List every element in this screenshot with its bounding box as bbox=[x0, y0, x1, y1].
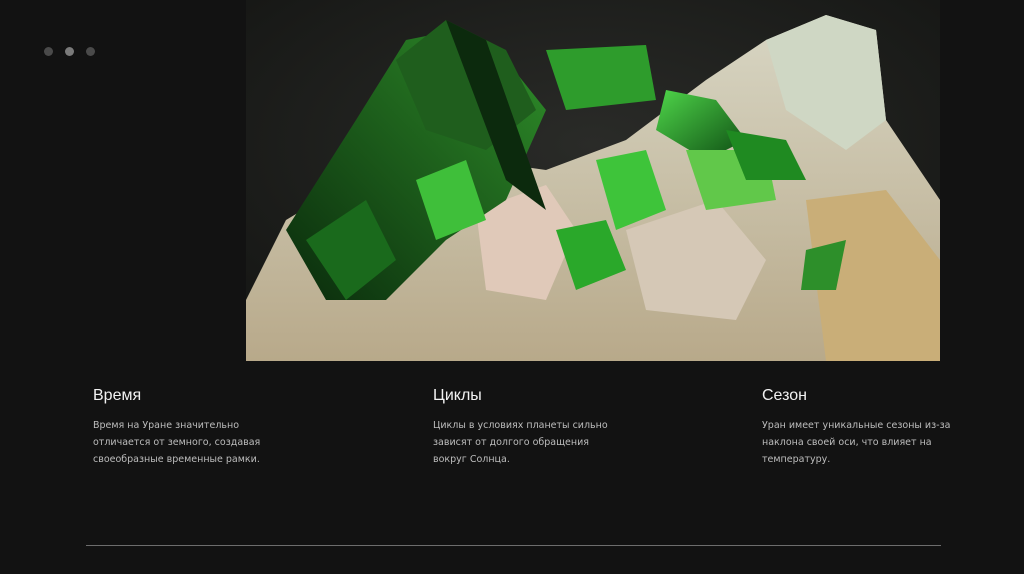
column-title: Циклы bbox=[433, 387, 482, 404]
column-text: Уран имеет уникальные сезоны из-за накло… bbox=[762, 420, 951, 465]
slide-indicator bbox=[44, 47, 95, 56]
column-cycles: Циклы Циклы в условиях планеты сильно за… bbox=[433, 387, 623, 468]
column-season: Сезон Уран имеет уникальные сезоны из-за… bbox=[762, 387, 952, 468]
column-time: Время Время на Уране значительно отличае… bbox=[93, 387, 283, 468]
bottom-divider bbox=[86, 545, 941, 546]
column-title: Сезон bbox=[762, 387, 807, 404]
slide-dot-2[interactable] bbox=[65, 47, 74, 56]
mineral-photo-illustration bbox=[246, 0, 940, 361]
column-text: Циклы в условиях планеты сильно зависят … bbox=[433, 420, 608, 465]
slide-dot-1[interactable] bbox=[44, 47, 53, 56]
column-text: Время на Уране значительно отличается от… bbox=[93, 420, 261, 465]
column-title: Время bbox=[93, 387, 142, 404]
slide-dot-3[interactable] bbox=[86, 47, 95, 56]
mineral-photo bbox=[246, 0, 940, 361]
